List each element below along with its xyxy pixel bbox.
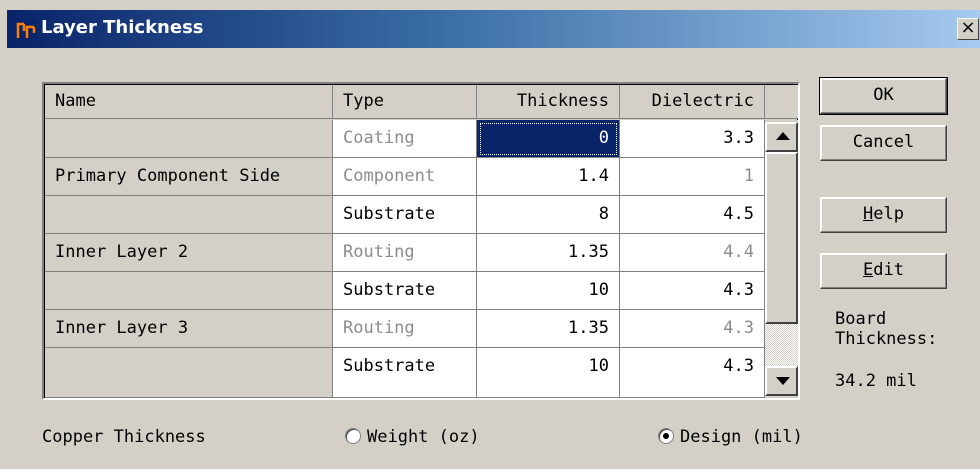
radio-checked-icon bbox=[658, 428, 674, 444]
row-thickness-cell[interactable]: 0 bbox=[477, 120, 620, 158]
row-name-cell[interactable] bbox=[45, 196, 333, 234]
radio-unchecked-icon bbox=[345, 428, 361, 444]
app-icon bbox=[15, 19, 37, 41]
scroll-down-arrow-icon bbox=[776, 377, 790, 385]
cancel-button[interactable]: Cancel bbox=[820, 125, 947, 161]
row-type-cell[interactable]: Substrate bbox=[333, 196, 477, 234]
row-type-cell[interactable]: Substrate bbox=[333, 348, 477, 398]
row-dielectric-cell[interactable]: 4.3 bbox=[620, 348, 765, 398]
window-title: Layer Thickness bbox=[41, 17, 204, 38]
row-type-cell[interactable]: Routing bbox=[333, 234, 477, 272]
board-thickness-label: Board Thickness: bbox=[835, 309, 938, 349]
row-thickness-cell[interactable]: 10 bbox=[477, 272, 620, 310]
edit-label: dit bbox=[873, 260, 904, 280]
row-name-cell[interactable] bbox=[45, 348, 333, 398]
row-dielectric-cell[interactable]: 1 bbox=[620, 158, 765, 196]
row-dielectric-cell[interactable]: 3.3 bbox=[620, 120, 765, 158]
row-type-cell[interactable]: Substrate bbox=[333, 272, 477, 310]
weight-radio[interactable]: Weight (oz) bbox=[345, 427, 480, 447]
scroll-up-arrow-icon bbox=[776, 132, 790, 140]
row-name-cell[interactable]: Inner Layer 3 bbox=[45, 310, 333, 348]
row-thickness-cell[interactable]: 8 bbox=[477, 196, 620, 234]
layer-thickness-dialog: Layer Thickness × Name Type Thickness Di… bbox=[0, 0, 980, 469]
column-header-name[interactable]: Name bbox=[45, 85, 333, 119]
scroll-thumb[interactable] bbox=[765, 152, 798, 324]
weight-radio-label: Weight (oz) bbox=[367, 427, 480, 447]
row-name-cell[interactable] bbox=[45, 120, 333, 158]
board-thickness-value: 34.2 mil bbox=[835, 371, 917, 391]
close-button[interactable]: × bbox=[957, 18, 979, 40]
scroll-track[interactable] bbox=[765, 324, 798, 366]
close-icon: × bbox=[960, 17, 976, 38]
help-label: elp bbox=[873, 204, 904, 224]
layer-grid: Name Type Thickness Dielectric Coating 0… bbox=[42, 82, 800, 400]
scroll-down-button[interactable] bbox=[765, 366, 798, 396]
row-thickness-cell[interactable]: 1.35 bbox=[477, 310, 620, 348]
edit-button[interactable]: Edit bbox=[820, 253, 947, 289]
scroll-up-button[interactable] bbox=[765, 122, 798, 152]
title-bar[interactable]: Layer Thickness × bbox=[7, 10, 980, 48]
row-name-cell[interactable]: Primary Component Side bbox=[45, 158, 333, 196]
help-button[interactable]: Help bbox=[820, 197, 947, 233]
row-dielectric-cell[interactable]: 4.3 bbox=[620, 310, 765, 348]
copper-thickness-label: Copper Thickness bbox=[42, 427, 206, 447]
row-thickness-cell[interactable]: 10 bbox=[477, 348, 620, 398]
row-type-cell[interactable]: Component bbox=[333, 158, 477, 196]
row-thickness-cell[interactable]: 1.35 bbox=[477, 234, 620, 272]
row-dielectric-cell[interactable]: 4.4 bbox=[620, 234, 765, 272]
row-name-cell[interactable] bbox=[45, 272, 333, 310]
column-header-dielectric[interactable]: Dielectric bbox=[620, 85, 765, 119]
column-header-blank bbox=[765, 85, 798, 119]
row-dielectric-cell[interactable]: 4.3 bbox=[620, 272, 765, 310]
row-name-cell[interactable]: Inner Layer 2 bbox=[45, 234, 333, 272]
design-radio-label: Design (mil) bbox=[680, 427, 803, 447]
row-type-cell[interactable]: Routing bbox=[333, 310, 477, 348]
column-header-type[interactable]: Type bbox=[333, 85, 477, 119]
design-radio[interactable]: Design (mil) bbox=[658, 427, 803, 447]
help-mnemonic: H bbox=[863, 204, 874, 224]
edit-mnemonic: E bbox=[863, 260, 874, 280]
row-thickness-cell[interactable]: 1.4 bbox=[477, 158, 620, 196]
row-dielectric-cell[interactable]: 4.5 bbox=[620, 196, 765, 234]
ok-button[interactable]: OK bbox=[819, 77, 948, 115]
vertical-scrollbar[interactable] bbox=[765, 120, 798, 398]
column-header-thickness[interactable]: Thickness bbox=[477, 85, 620, 119]
row-type-cell[interactable]: Coating bbox=[333, 120, 477, 158]
